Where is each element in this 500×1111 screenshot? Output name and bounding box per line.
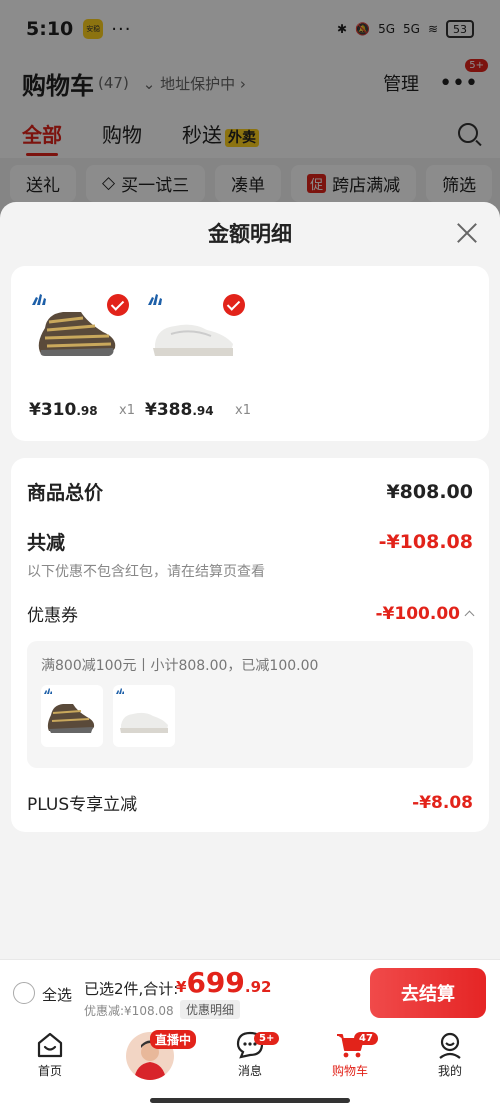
- adidas-logo: [32, 294, 46, 305]
- coupon-description: 满800减100元丨小计808.00，已减100.00: [41, 658, 319, 674]
- checkout-total: ¥699.92: [176, 966, 272, 999]
- messages-badge: 5+: [254, 1032, 280, 1045]
- saved-amount: 优惠减:¥108.08: [84, 1004, 174, 1018]
- coupon-value: -¥100.00: [375, 603, 461, 624]
- nav-messages[interactable]: 消息 5+: [210, 1030, 290, 1079]
- selected-check-icon: [107, 294, 129, 316]
- goods-total-label: 商品总价: [27, 482, 104, 504]
- coupon-detail-box: 满800减100元丨小计808.00，已减100.00: [27, 641, 473, 768]
- checkout-button[interactable]: 去结算: [370, 968, 486, 1018]
- product-quantity: x1: [119, 403, 135, 418]
- live-badge: 直播中: [150, 1030, 197, 1049]
- product-price: ¥310.98: [29, 400, 98, 420]
- nav-messages-label: 消息: [237, 1064, 262, 1078]
- product-item[interactable]: ¥388.94 x1: [141, 288, 251, 420]
- nav-home[interactable]: 首页: [10, 1030, 90, 1079]
- price-summary-card: 商品总价 ¥808.00 共减 -¥108.08 以下优惠不包含红包，请在结算页…: [11, 458, 489, 832]
- coupon-label: 优惠券: [27, 606, 78, 626]
- product-price: ¥388.94: [145, 400, 214, 420]
- plus-discount-value: -¥8.08: [412, 792, 473, 813]
- discount-row: 共减 -¥108.08: [27, 528, 473, 555]
- adidas-logo: [148, 294, 162, 305]
- select-all-label[interactable]: 全选: [42, 984, 72, 1005]
- selected-products-card: ¥310.98 x1 ¥388.94 x1: [11, 266, 489, 441]
- coupon-product-thumb: [113, 685, 175, 747]
- coupon-product-thumb: [41, 685, 103, 747]
- plus-discount-label: PLUS专享立减: [27, 795, 138, 815]
- select-all-radio[interactable]: [13, 982, 35, 1004]
- sheet-title: 金额明细: [208, 222, 292, 246]
- checkout-bar: 全选 已选2件,合计: ¥699.92 优惠减:¥108.08 优惠明细 去结算: [0, 959, 500, 1024]
- product-item[interactable]: ¥310.98 x1: [25, 288, 135, 420]
- selected-check-icon: [223, 294, 245, 316]
- goods-total-row: 商品总价 ¥808.00: [27, 478, 473, 505]
- nav-cart[interactable]: 购物车 47: [310, 1030, 390, 1079]
- nav-cart-label: 购物车: [331, 1064, 368, 1078]
- product-image-black-sneaker: [25, 288, 129, 374]
- profile-icon: [439, 1032, 461, 1059]
- goods-total-value: ¥808.00: [386, 480, 473, 503]
- plus-discount-row: PLUS专享立减 -¥8.08: [27, 790, 473, 816]
- discount-detail-button[interactable]: 优惠明细: [180, 1000, 241, 1019]
- coupon-row[interactable]: 优惠券 -¥100.00: [27, 601, 475, 626]
- nav-mine-label: 我的: [437, 1064, 462, 1078]
- discount-value: -¥108.08: [378, 530, 473, 553]
- home-icon: [37, 1032, 63, 1058]
- close-icon[interactable]: [456, 222, 478, 244]
- nav-home-label: 首页: [37, 1064, 62, 1078]
- discount-label: 共减: [27, 532, 66, 554]
- discount-note: 以下优惠不包含红包，请在结算页查看: [27, 564, 265, 580]
- cart-badge: 47: [354, 1032, 378, 1045]
- product-quantity: x1: [235, 403, 251, 418]
- nav-mine[interactable]: 我的: [410, 1030, 490, 1079]
- selected-count-label: 已选2件,合计:: [84, 980, 179, 998]
- home-indicator[interactable]: [150, 1098, 350, 1103]
- chevron-up-icon: [464, 610, 475, 621]
- product-image-white-sneaker: [141, 288, 245, 374]
